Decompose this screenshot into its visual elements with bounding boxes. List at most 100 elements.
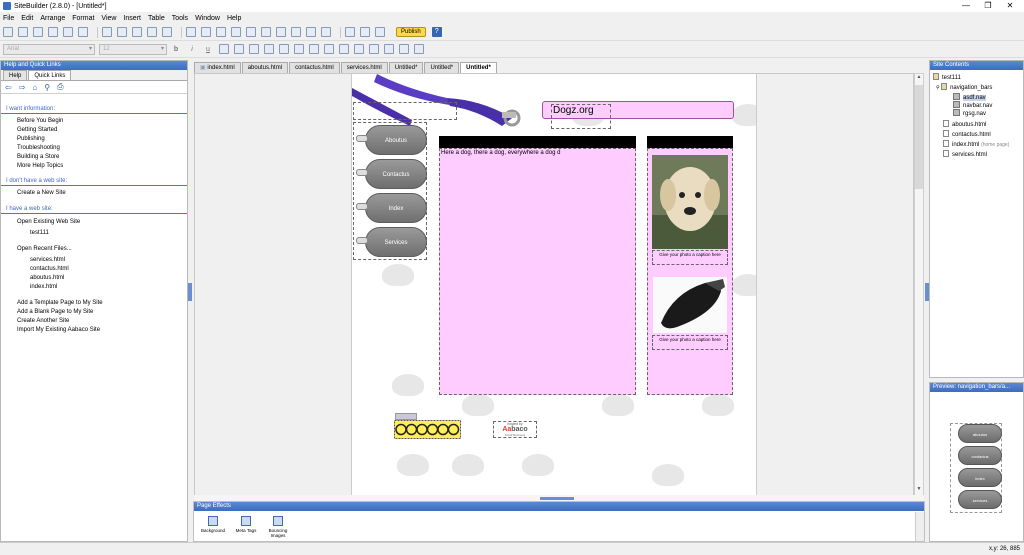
subscript-icon[interactable] bbox=[234, 44, 244, 54]
tree-file[interactable]: aboutus.html bbox=[933, 120, 1009, 130]
new-icon[interactable] bbox=[3, 27, 13, 37]
menu-tools[interactable]: Tools bbox=[172, 15, 188, 22]
link-more-help[interactable]: More Help Topics bbox=[1, 162, 187, 171]
spellcheck-icon[interactable] bbox=[48, 27, 58, 37]
align-left-icon[interactable] bbox=[264, 44, 274, 54]
nav-button-contactus[interactable]: Contactus bbox=[356, 159, 427, 189]
effects-scrollbar[interactable] bbox=[915, 512, 924, 541]
open-icon[interactable] bbox=[18, 27, 28, 37]
image-icon[interactable] bbox=[201, 27, 211, 37]
underline-button[interactable]: u bbox=[203, 46, 213, 53]
print-icon[interactable] bbox=[63, 27, 73, 37]
counter-widget[interactable] bbox=[394, 420, 461, 439]
photo-caption[interactable]: Give your photo a caption here bbox=[653, 251, 727, 257]
forward-icon[interactable]: ⇨ bbox=[19, 83, 26, 92]
home-icon[interactable]: ⌂ bbox=[32, 83, 37, 92]
menu-insert[interactable]: Insert bbox=[123, 15, 141, 22]
effect-meta-tags[interactable]: Meta Tags bbox=[231, 516, 261, 533]
align-bottom-icon[interactable] bbox=[354, 44, 364, 54]
nav-button-index[interactable]: Index bbox=[356, 193, 427, 223]
font-select[interactable]: Arial bbox=[3, 43, 95, 55]
table-icon[interactable] bbox=[246, 27, 256, 37]
scrollbar-thumb[interactable] bbox=[915, 85, 923, 189]
aabaco-badge[interactable]: hosted by Aabaco Small Business bbox=[493, 421, 537, 438]
effect-background[interactable]: Background bbox=[198, 516, 228, 533]
tab-untitled-3[interactable]: Untitled* bbox=[460, 62, 497, 73]
link-before-you-begin[interactable]: Before You Begin bbox=[1, 117, 187, 126]
scroll-up-icon[interactable]: ▲ bbox=[915, 74, 923, 82]
recent-file[interactable]: contactus.html bbox=[1, 265, 187, 274]
outdent-icon[interactable] bbox=[399, 44, 409, 54]
menu-file[interactable]: File bbox=[3, 15, 14, 22]
link-create-another-site[interactable]: Create Another Site bbox=[1, 317, 187, 326]
link-troubleshooting[interactable]: Troubleshooting bbox=[1, 144, 187, 153]
caption-box[interactable]: Give your photo a caption here bbox=[652, 335, 728, 350]
nav-button-aboutus[interactable]: Aboutus bbox=[356, 125, 427, 155]
preview-icon[interactable] bbox=[78, 27, 88, 37]
caption-box[interactable]: Give your photo a caption here bbox=[652, 250, 728, 265]
recent-file[interactable]: aboutus.html bbox=[1, 274, 187, 283]
tab-aboutus[interactable]: aboutus.html bbox=[241, 62, 289, 73]
tab-untitled-2[interactable]: Untitled* bbox=[424, 62, 460, 73]
indent-icon[interactable] bbox=[414, 44, 424, 54]
shape-icon[interactable] bbox=[216, 27, 226, 37]
help-icon[interactable]: ? bbox=[431, 27, 442, 37]
brush-photo[interactable] bbox=[653, 277, 727, 333]
tree-folder-navigation-bars[interactable]: ⚲ navigation_bars bbox=[933, 83, 1009, 93]
menu-edit[interactable]: Edit bbox=[21, 15, 33, 22]
superscript-icon[interactable] bbox=[219, 44, 229, 54]
save-icon[interactable] bbox=[33, 27, 43, 37]
menu-view[interactable]: View bbox=[101, 15, 116, 22]
tree-file[interactable]: contactus.html bbox=[933, 130, 1009, 140]
tab-services[interactable]: services.html bbox=[340, 62, 388, 73]
web-page-canvas[interactable]: Dogz.org Aboutus Contactus Index Service… bbox=[351, 74, 757, 495]
menu-format[interactable]: Format bbox=[72, 15, 94, 22]
link-icon[interactable] bbox=[261, 27, 271, 37]
main-content-box[interactable]: Here a dog, there a dog, everywhere a do… bbox=[439, 148, 636, 395]
align-middle-icon[interactable] bbox=[339, 44, 349, 54]
paste-icon[interactable] bbox=[147, 27, 157, 37]
photo-caption[interactable]: Give your photo a caption here bbox=[653, 336, 727, 342]
bottom-splitter[interactable] bbox=[540, 497, 574, 500]
delete-icon[interactable] bbox=[162, 27, 172, 37]
link-add-template-page[interactable]: Add a Template Page to My Site bbox=[1, 299, 187, 308]
bullet-list-icon[interactable] bbox=[369, 44, 379, 54]
send-back-icon[interactable] bbox=[360, 27, 370, 37]
menu-table[interactable]: Table bbox=[148, 15, 165, 22]
group-icon[interactable] bbox=[375, 27, 385, 37]
tab-untitled-1[interactable]: Untitled* bbox=[388, 62, 424, 73]
search-icon[interactable]: ⚲ bbox=[44, 83, 50, 92]
tree-nav-file[interactable]: rgsg.nav bbox=[933, 109, 1009, 119]
bring-front-icon[interactable] bbox=[345, 27, 355, 37]
align-center-icon[interactable] bbox=[279, 44, 289, 54]
link-site-test111[interactable]: test111 bbox=[1, 229, 187, 238]
link-import-site[interactable]: Import My Existing Aabaco Site bbox=[1, 326, 187, 335]
main-text[interactable]: Here a dog, there a dog, everywhere a do… bbox=[441, 150, 560, 156]
italic-button[interactable]: i bbox=[187, 46, 197, 53]
tree-root[interactable]: test111 bbox=[933, 73, 1009, 83]
copy-icon[interactable] bbox=[132, 27, 142, 37]
print-icon[interactable]: ⎙ bbox=[57, 82, 63, 92]
cut-icon[interactable] bbox=[117, 27, 127, 37]
tree-file[interactable]: index.html (home page) bbox=[933, 140, 1009, 150]
text-box-icon[interactable] bbox=[186, 27, 196, 37]
minimize-button[interactable]: — bbox=[954, 0, 978, 12]
number-list-icon[interactable] bbox=[384, 44, 394, 54]
scroll-down-icon[interactable]: ▼ bbox=[915, 486, 923, 494]
publish-button[interactable]: Publish bbox=[396, 27, 426, 37]
link-add-blank-page[interactable]: Add a Blank Page to My Site bbox=[1, 308, 187, 317]
text-tool-icon[interactable] bbox=[102, 27, 112, 37]
link-publishing[interactable]: Publishing bbox=[1, 135, 187, 144]
tree-file[interactable]: services.html bbox=[933, 150, 1009, 160]
nav-button-services[interactable]: Services bbox=[356, 227, 427, 257]
link-getting-started[interactable]: Getting Started bbox=[1, 126, 187, 135]
tab-contactus[interactable]: contactus.html bbox=[289, 62, 340, 73]
menu-window[interactable]: Window bbox=[195, 15, 220, 22]
media-icon[interactable] bbox=[291, 27, 301, 37]
tab-index[interactable]: index.html bbox=[194, 62, 241, 73]
link-building-store[interactable]: Building a Store bbox=[1, 153, 187, 162]
nav-bar-icon[interactable] bbox=[231, 27, 241, 37]
tab-quick-links[interactable]: Quick Links bbox=[28, 70, 72, 80]
align-top-icon[interactable] bbox=[324, 44, 334, 54]
left-splitter[interactable] bbox=[188, 283, 192, 301]
